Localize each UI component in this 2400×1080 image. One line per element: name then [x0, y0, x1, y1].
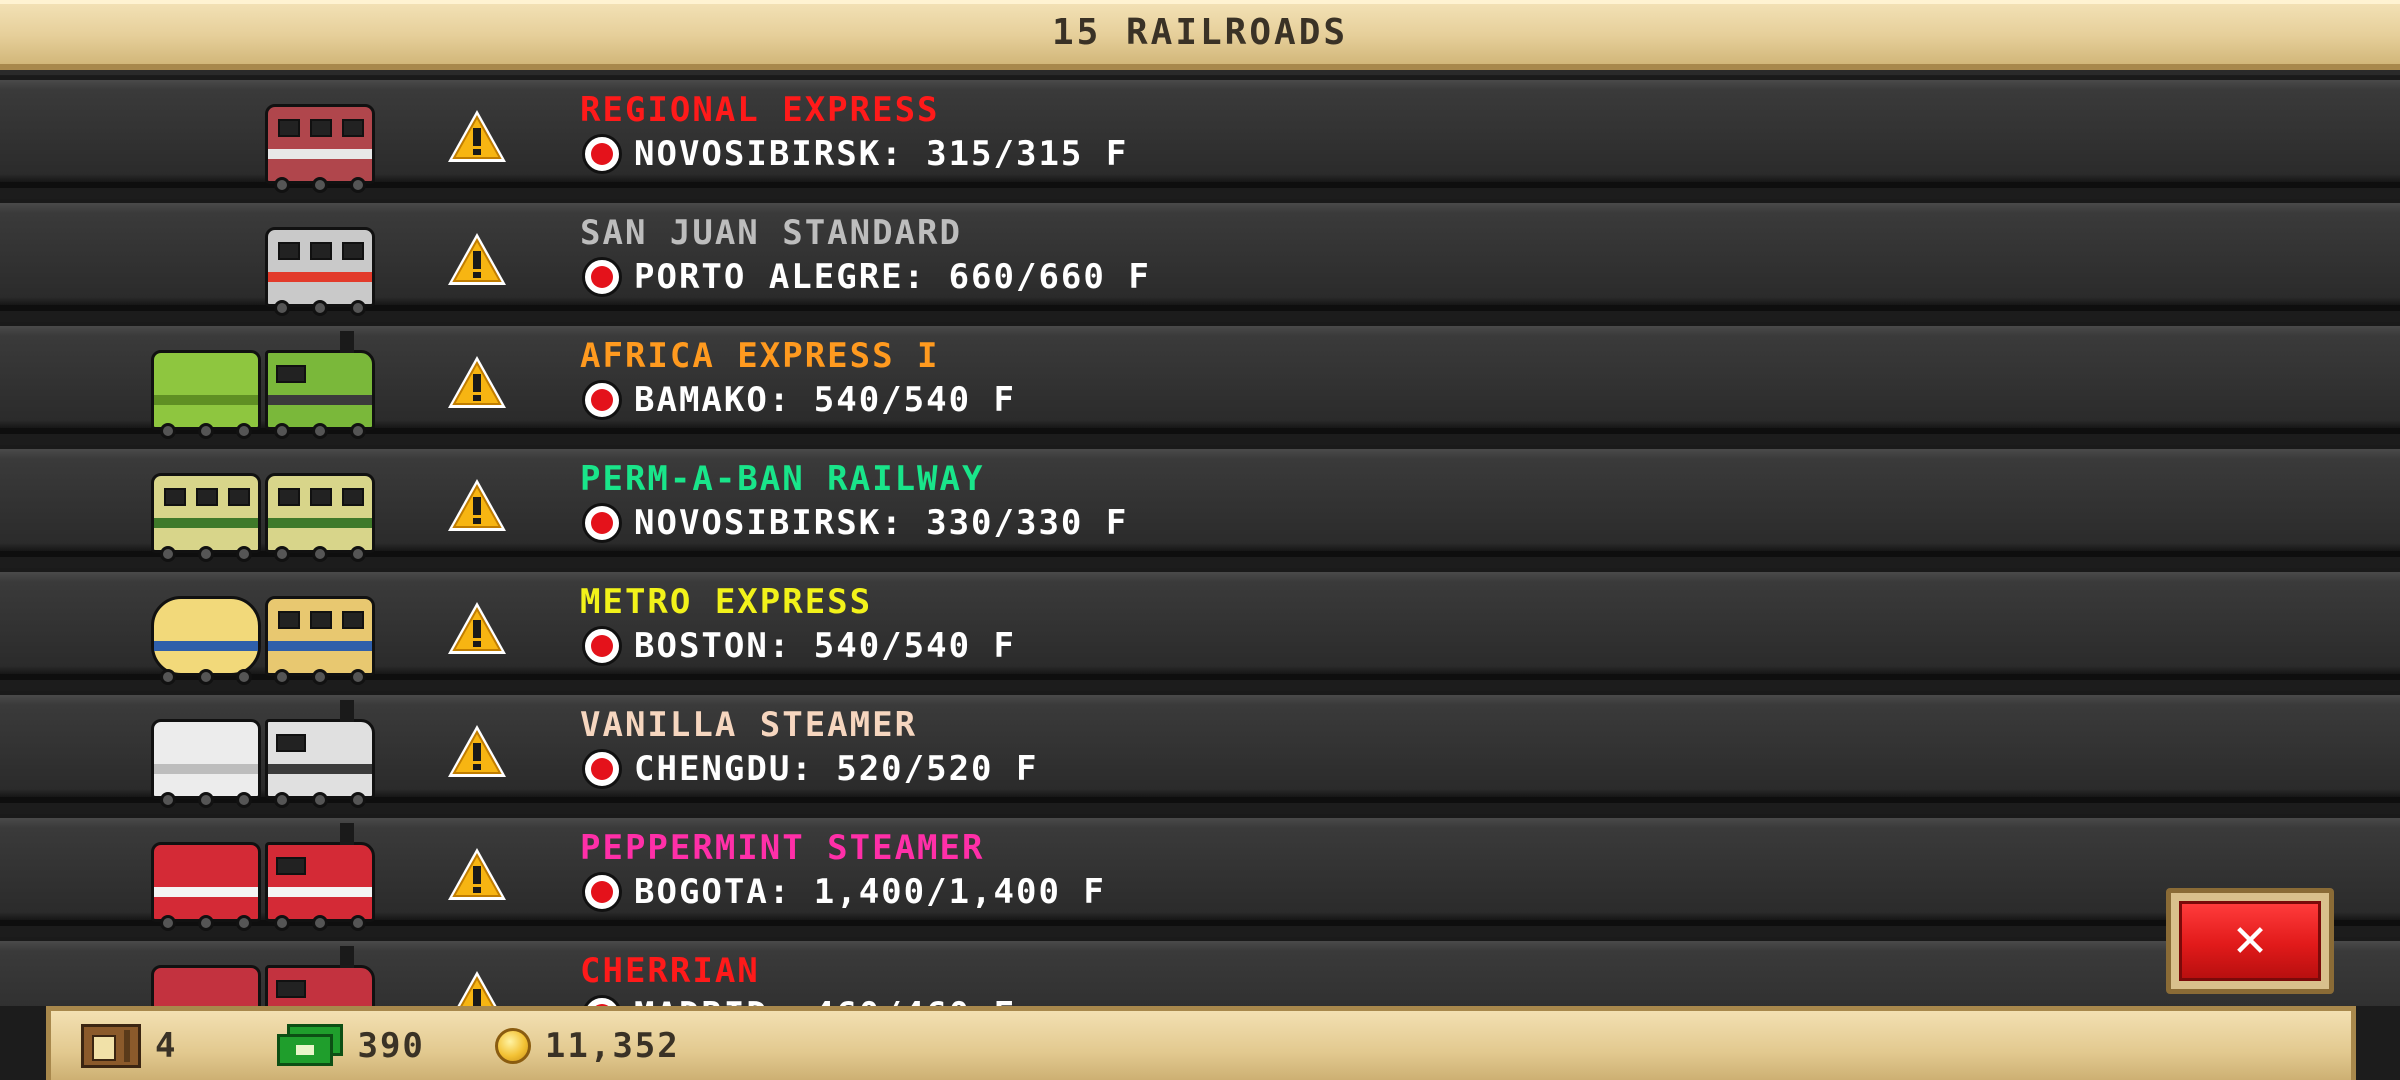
railroad-city-status: BOSTON: 540/540 F: [634, 626, 1016, 666]
railroad-city-line: NOVOSIBIRSK: 315/315 F: [582, 134, 1128, 174]
train-car-steam-icon: [265, 331, 375, 439]
train-car-diesel-icon: [265, 596, 375, 685]
status-bar: 4 390 11,352: [46, 1006, 2356, 1080]
header-bar: 15 RAILROADS: [0, 0, 2400, 70]
warning-icon[interactable]: [446, 354, 508, 410]
railroad-name: PERM-A-BAN RAILWAY: [580, 459, 985, 499]
train-car-tender-icon: [151, 842, 261, 931]
close-icon: ✕: [2231, 915, 2269, 967]
city-marker-icon: [582, 872, 622, 912]
railroads-screen: 15 RAILROADS REGIONAL EXPRESS NOVOSIBIRSK…: [0, 0, 2400, 1080]
train-car-diesel-icon: [151, 473, 261, 562]
railroad-city-status: BOGOTA: 1,400/1,400 F: [634, 872, 1106, 912]
railroad-name: CHERRIAN: [580, 951, 760, 991]
train-car-diesel-icon: [265, 473, 375, 562]
railroad-row[interactable]: PEPPERMINT STEAMER BOGOTA: 1,400/1,400 F: [0, 814, 2400, 931]
railroad-row[interactable]: METRO EXPRESS BOSTON: 540/540 F: [0, 568, 2400, 685]
cash-icon: [277, 1023, 344, 1068]
coins-amount: 11,352: [544, 1025, 680, 1066]
warning-icon[interactable]: [446, 108, 508, 164]
train-car-steam-icon: [265, 823, 375, 931]
close-button[interactable]: ✕: [2166, 888, 2334, 994]
railroad-city-line: CHENGDU: 520/520 F: [582, 749, 1038, 789]
railroad-list[interactable]: REGIONAL EXPRESS NOVOSIBIRSK: 315/315 F SA…: [0, 76, 2400, 1006]
city-marker-icon: [582, 995, 622, 1006]
page-title: 15 RAILROADS: [1051, 11, 1349, 53]
warning-icon[interactable]: [446, 231, 508, 287]
railroad-row[interactable]: REGIONAL EXPRESS NOVOSIBIRSK: 315/315 F: [0, 76, 2400, 193]
train-car-tender-icon: [151, 965, 261, 1006]
city-marker-icon: [582, 257, 622, 297]
railroad-name: REGIONAL EXPRESS: [580, 90, 940, 130]
train-car-diesel-icon: [265, 104, 375, 193]
railroad-row[interactable]: PERM-A-BAN RAILWAY NOVOSIBIRSK: 330/330 F: [0, 445, 2400, 562]
warning-icon[interactable]: [446, 723, 508, 779]
railroad-city-status: CHENGDU: 520/520 F: [634, 749, 1039, 789]
train-icon: [265, 90, 375, 193]
warning-icon[interactable]: [446, 477, 508, 533]
train-car-steam-icon: [265, 946, 375, 1006]
warning-icon[interactable]: [446, 846, 508, 902]
train-icon: [265, 213, 375, 316]
city-marker-icon: [582, 134, 622, 174]
railroad-city-line: PORTO ALEGRE: 660/660 F: [582, 257, 1151, 297]
railroad-city-status: NOVOSIBIRSK: 330/330 F: [634, 503, 1129, 543]
stations-stat: 4: [81, 1023, 178, 1068]
cash-stat: 390: [277, 1023, 425, 1068]
railroad-city-line: BOSTON: 540/540 F: [582, 626, 1016, 666]
train-car-tanker-icon: [151, 596, 261, 685]
stations-count: 4: [155, 1025, 178, 1066]
railroad-city-status: NOVOSIBIRSK: 315/315 F: [634, 134, 1129, 174]
railroad-name: METRO EXPRESS: [580, 582, 873, 622]
railroad-name: AFRICA EXPRESS I: [580, 336, 940, 376]
train-icon: [151, 331, 375, 439]
train-icon: [151, 582, 375, 685]
warning-icon[interactable]: [446, 969, 508, 1006]
close-button-face: ✕: [2179, 901, 2321, 981]
train-car-tender-icon: [151, 350, 261, 439]
train-car-steam-icon: [265, 700, 375, 808]
railroad-city-line: NOVOSIBIRSK: 330/330 F: [582, 503, 1128, 543]
city-marker-icon: [582, 380, 622, 420]
railroad-name: PEPPERMINT STEAMER: [580, 828, 985, 868]
train-car-tender-icon: [151, 719, 261, 808]
city-marker-icon: [582, 503, 622, 543]
train-icon: [151, 946, 375, 1006]
railroad-city-line: MADRID: 460/460 F: [582, 995, 1016, 1006]
railroad-row[interactable]: AFRICA EXPRESS I BAMAKO: 540/540 F: [0, 322, 2400, 439]
railroad-row[interactable]: VANILLA STEAMER CHENGDU: 520/520 F: [0, 691, 2400, 808]
warning-icon[interactable]: [446, 600, 508, 656]
railroad-city-line: BOGOTA: 1,400/1,400 F: [582, 872, 1106, 912]
station-icon: [81, 1023, 141, 1068]
city-marker-icon: [582, 626, 622, 666]
city-marker-icon: [582, 749, 622, 789]
coins-stat: 11,352: [494, 1025, 680, 1066]
railroad-city-status: PORTO ALEGRE: 660/660 F: [634, 257, 1151, 297]
railroad-name: VANILLA STEAMER: [580, 705, 918, 745]
railroad-city-line: BAMAKO: 540/540 F: [582, 380, 1016, 420]
railroad-row[interactable]: CHERRIAN MADRID: 460/460 F: [0, 937, 2400, 1006]
train-icon: [151, 823, 375, 931]
railroad-row[interactable]: SAN JUAN STANDARD PORTO ALEGRE: 660/660 F: [0, 199, 2400, 316]
train-icon: [151, 700, 375, 808]
railroad-name: SAN JUAN STANDARD: [580, 213, 962, 253]
train-car-diesel-icon: [265, 227, 375, 316]
train-icon: [151, 459, 375, 562]
railroad-city-status: MADRID: 460/460 F: [634, 995, 1016, 1006]
railroad-city-status: BAMAKO: 540/540 F: [634, 380, 1016, 420]
coin-icon: [494, 1027, 531, 1064]
cash-amount: 390: [357, 1025, 425, 1066]
